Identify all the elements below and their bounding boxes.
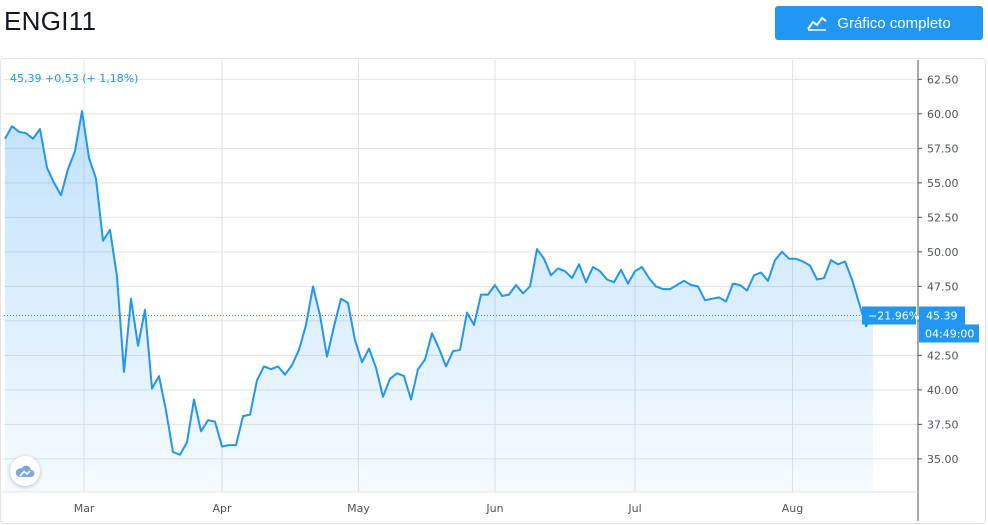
x-tick-label: Aug [782,502,803,515]
time-axis: Mar Apr May Jun Jul Aug [74,502,804,515]
x-tick-label: Apr [212,502,232,515]
change-percent-text: −21.96% [868,309,919,322]
price-change-legend: 45,39 +0,53 (+ 1,18%) [10,72,139,85]
price-area [5,111,873,492]
cloud-logo-icon[interactable] [10,456,40,486]
y-tick-label: 42.50 [927,349,959,362]
price-axis: 35.0037.5040.0042.5045.0047.5050.0052.50… [918,73,959,466]
y-tick-label: 57.50 [927,142,959,155]
x-tick-label: May [347,502,370,515]
y-tick-label: 40.00 [927,384,959,397]
y-tick-label: 60.00 [927,108,959,121]
last-price-text: 45.39 [926,309,958,322]
y-tick-label: 47.50 [927,280,959,293]
y-tick-label: 62.50 [927,73,959,86]
x-tick-label: Jun [485,502,503,515]
y-tick-label: 35.00 [927,453,959,466]
y-tick-label: 50.00 [927,246,959,259]
y-tick-label: 37.50 [927,418,959,431]
x-tick-label: Mar [74,502,95,515]
y-tick-label: 55.00 [927,177,959,190]
last-value-tags: −21.96% 45.39 04:49:00 [862,306,979,343]
countdown-text: 04:49:00 [925,327,974,340]
price-chart[interactable]: 35.0037.5040.0042.5045.0047.5050.0052.50… [0,0,988,525]
x-tick-label: Jul [627,502,641,515]
y-tick-label: 52.50 [927,211,959,224]
